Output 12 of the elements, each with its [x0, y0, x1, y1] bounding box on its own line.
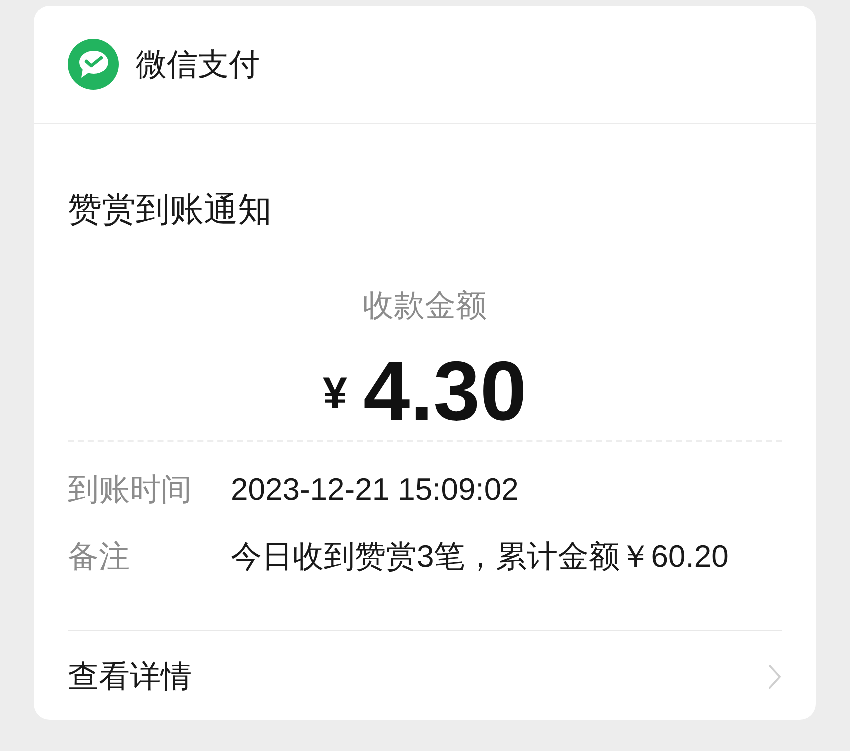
detail-label: 备注: [68, 539, 131, 575]
detail-label: 到账时间: [68, 472, 193, 508]
wechat-pay-logo-icon: [68, 39, 119, 90]
view-details-link[interactable]: 查看详情: [68, 642, 782, 712]
app-name: 微信支付: [136, 46, 260, 84]
currency-symbol: ¥: [323, 368, 348, 420]
detail-value: 2023-12-21 15:09:02: [231, 472, 519, 508]
notice-title: 赞赏到账通知: [68, 190, 272, 230]
chevron-right-icon: [768, 664, 782, 690]
detail-value: 今日收到赞赏3笔，累计金额￥60.20: [231, 539, 729, 575]
amount-label: 收款金额: [363, 288, 487, 324]
amount-value: 4.30: [363, 349, 527, 433]
